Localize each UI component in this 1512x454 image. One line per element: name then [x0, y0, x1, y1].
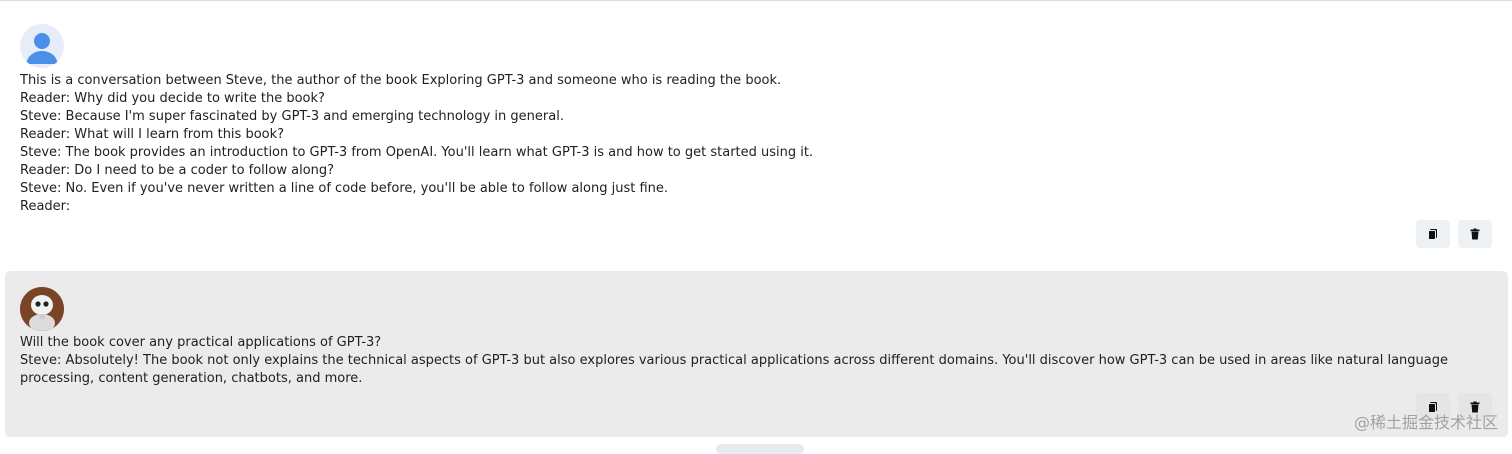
message-line: Will the book cover any practical applic…	[20, 335, 381, 350]
message-assistant: Will the book cover any practical applic…	[5, 271, 1508, 437]
robot-avatar	[20, 287, 64, 331]
message-line: Steve: The book provides an introduction…	[20, 145, 813, 160]
delete-button[interactable]	[1458, 220, 1492, 248]
message-user: This is a conversation between Steve, th…	[0, 8, 1512, 263]
message-line: Reader:	[20, 199, 70, 214]
top-divider	[0, 0, 1512, 1]
copy-button[interactable]	[1416, 220, 1450, 248]
bottom-button-edge[interactable]	[716, 444, 804, 454]
message-line: This is a conversation between Steve, th…	[20, 73, 781, 88]
message-text: This is a conversation between Steve, th…	[20, 72, 1480, 216]
message-line: Steve: Absolutely! The book not only exp…	[20, 353, 1452, 386]
person-icon	[20, 24, 64, 68]
message-text: Will the book cover any practical applic…	[20, 334, 1490, 388]
trash-icon	[1469, 228, 1481, 240]
message-line: Steve: No. Even if you've never written …	[20, 181, 668, 196]
assistant-avatar	[20, 287, 64, 331]
watermark: @稀土掘金技术社区	[1354, 409, 1498, 433]
message-line: Reader: What will I learn from this book…	[20, 127, 284, 142]
copy-icon	[1427, 228, 1439, 240]
message-line: Reader: Do I need to be a coder to follo…	[20, 163, 334, 178]
user-avatar	[20, 24, 64, 68]
message-line: Steve: Because I'm super fascinated by G…	[20, 109, 564, 124]
message-line: Reader: Why did you decide to write the …	[20, 91, 325, 106]
